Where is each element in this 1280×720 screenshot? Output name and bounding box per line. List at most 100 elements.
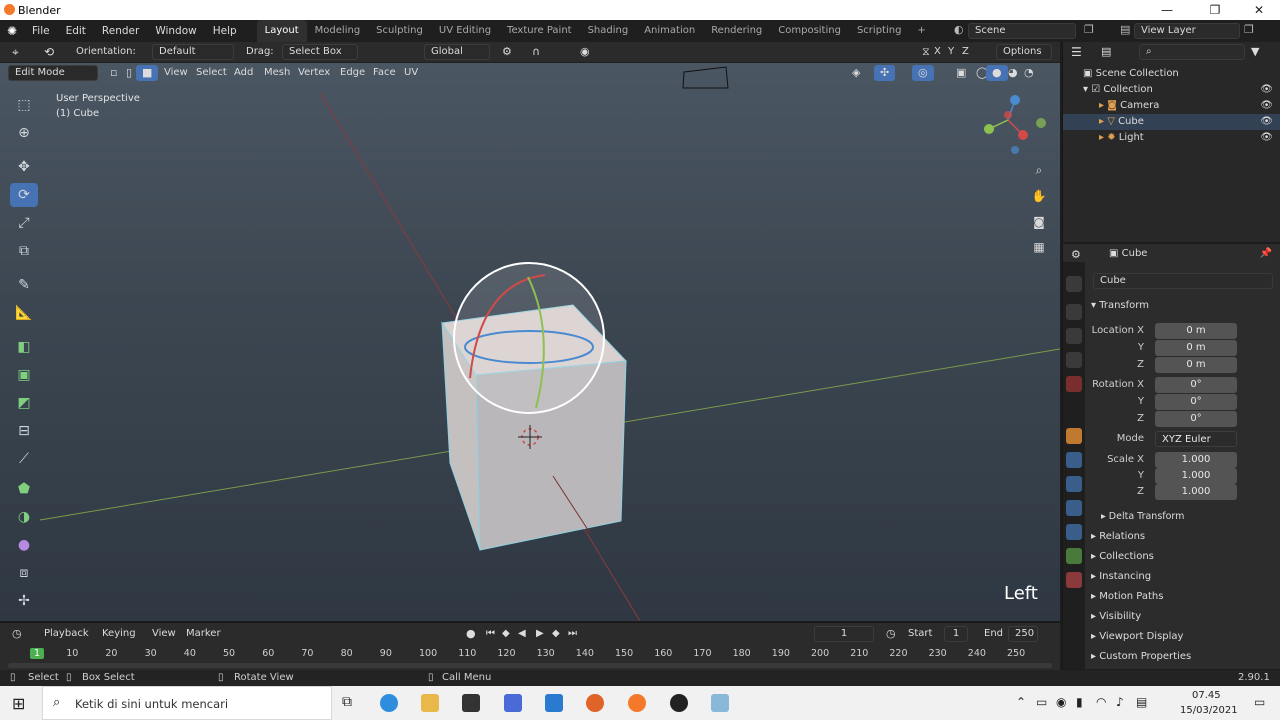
tab-compositing[interactable]: Compositing bbox=[770, 20, 849, 42]
transform-orientation-dropdown[interactable]: Global bbox=[424, 44, 490, 60]
location-z-field[interactable]: 0 m bbox=[1155, 357, 1237, 373]
file-explorer-icon[interactable] bbox=[421, 694, 439, 712]
output-tab-icon[interactable] bbox=[1066, 328, 1082, 344]
display-mode-icon[interactable]: ▤ bbox=[1101, 45, 1111, 58]
editor-type-icon[interactable]: ⌖ bbox=[6, 44, 25, 60]
record-button-icon[interactable]: ● bbox=[460, 626, 482, 642]
bevel-tool-icon[interactable]: ◩ bbox=[10, 391, 38, 415]
mode-dropdown[interactable]: Edit Mode bbox=[8, 65, 98, 81]
measure-tool-icon[interactable]: 📐 bbox=[10, 301, 38, 325]
taskbar-search[interactable]: ⌕ Ketik di sini untuk mencari bbox=[42, 686, 332, 720]
viewport-display-section[interactable]: ▸ Viewport Display bbox=[1091, 631, 1183, 642]
select-tool-icon[interactable]: ⬚ bbox=[10, 93, 38, 117]
visibility-icon[interactable]: ◈ bbox=[846, 65, 866, 81]
marker-menu[interactable]: Marker bbox=[180, 626, 227, 642]
axis-z-toggle[interactable]: Z bbox=[956, 44, 975, 60]
eye-icon[interactable]: 👁 bbox=[1260, 98, 1273, 114]
snap-magnet-icon[interactable]: ∩ bbox=[526, 44, 546, 60]
preview-range-icon[interactable]: ◷ bbox=[880, 626, 902, 642]
outliner-item-light[interactable]: ▸ ✹ Light 👁 bbox=[1063, 130, 1280, 146]
menu-file[interactable]: File bbox=[24, 20, 58, 42]
face-select-icon[interactable]: ■ bbox=[136, 65, 159, 81]
move-tool-icon[interactable]: ✥ bbox=[10, 155, 38, 179]
tab-animation[interactable]: Animation bbox=[636, 20, 703, 42]
jump-end-icon[interactable]: ⏭ bbox=[562, 626, 583, 642]
scale-y-field[interactable]: 1.000 bbox=[1155, 468, 1237, 484]
outliner-item-scene-collection[interactable]: ▣ Scene Collection bbox=[1063, 66, 1280, 82]
annotate-tool-icon[interactable]: ✎ bbox=[10, 273, 38, 297]
checkbox-icon[interactable]: ☑ bbox=[1091, 84, 1103, 95]
view-layer-selector[interactable]: View Layer bbox=[1134, 23, 1240, 39]
scale-z-field[interactable]: 1.000 bbox=[1155, 484, 1237, 500]
camera-view-icon[interactable]: ◙ bbox=[1029, 212, 1049, 232]
battery-icon[interactable]: ▮ bbox=[1076, 695, 1083, 709]
ime-icon[interactable]: ▤ bbox=[1136, 695, 1147, 709]
wifi-icon[interactable]: ◠ bbox=[1096, 695, 1106, 709]
maximize-button[interactable]: ❐ bbox=[1192, 0, 1238, 20]
task-view-icon[interactable]: ⧉ bbox=[338, 694, 356, 712]
knife-tool-icon[interactable]: ⟋ bbox=[10, 447, 38, 471]
zoom-icon[interactable]: ⌕ bbox=[1029, 160, 1049, 180]
material-tab-icon[interactable] bbox=[1066, 572, 1082, 588]
delta-transform-section[interactable]: ▸ Delta Transform bbox=[1101, 511, 1184, 522]
particles-tab-icon[interactable] bbox=[1066, 476, 1082, 492]
orientation-dropdown[interactable]: Default bbox=[152, 44, 234, 60]
tab-layout[interactable]: Layout bbox=[256, 20, 307, 42]
menu-mesh[interactable]: Mesh bbox=[258, 65, 296, 81]
start-frame-field[interactable]: 1 bbox=[944, 626, 968, 642]
physics-tab-icon[interactable] bbox=[1066, 500, 1082, 516]
outliner-search-input[interactable]: ⌕ bbox=[1139, 44, 1245, 60]
instancing-section[interactable]: ▸ Instancing bbox=[1091, 571, 1151, 582]
rotation-z-field[interactable]: 0° bbox=[1155, 411, 1237, 427]
rotation-mode-dropdown[interactable]: XYZ Euler bbox=[1155, 431, 1237, 447]
location-x-field[interactable]: 0 m bbox=[1155, 323, 1237, 339]
rip-tool-icon[interactable]: ✢ bbox=[10, 589, 38, 613]
pan-hand-icon[interactable]: ✋ bbox=[1029, 186, 1049, 206]
menu-edit[interactable]: Edit bbox=[58, 20, 94, 42]
new-scene-icon[interactable]: ❐ bbox=[1084, 23, 1094, 36]
current-frame-field[interactable]: 1 bbox=[814, 626, 874, 642]
proportional-edit-icon[interactable]: ◉ bbox=[574, 44, 596, 60]
active-tool-icon[interactable]: ⟲ bbox=[38, 44, 60, 60]
transform-section-header[interactable]: ▾ Transform bbox=[1091, 300, 1149, 311]
cursor-tool-icon[interactable]: ⊕ bbox=[10, 121, 38, 145]
tab-sculpting[interactable]: Sculpting bbox=[368, 20, 431, 42]
outliner-item-collection[interactable]: ▾ ☑ Collection 👁 bbox=[1063, 82, 1280, 98]
close-button[interactable]: ✕ bbox=[1236, 0, 1280, 20]
tab-modeling[interactable]: Modeling bbox=[307, 20, 369, 42]
menu-render[interactable]: Render bbox=[94, 20, 147, 42]
visibility-section[interactable]: ▸ Visibility bbox=[1091, 611, 1141, 622]
store-icon[interactable] bbox=[462, 694, 480, 712]
rotation-x-field[interactable]: 0° bbox=[1155, 377, 1237, 393]
menu-edge[interactable]: Edge bbox=[334, 65, 371, 81]
smooth-tool-icon[interactable]: ● bbox=[10, 533, 38, 557]
object-name-field[interactable]: Cube bbox=[1093, 273, 1273, 289]
eye-icon[interactable]: 👁 bbox=[1260, 130, 1273, 146]
menu-add[interactable]: Add bbox=[228, 65, 259, 81]
extrude-tool-icon[interactable]: ◧ bbox=[10, 335, 38, 359]
keying-menu[interactable]: Keying bbox=[96, 626, 142, 642]
tab-shading[interactable]: Shading bbox=[580, 20, 637, 42]
outliner-item-cube[interactable]: ▸ ▽ Cube 👁 bbox=[1063, 114, 1280, 130]
mail-icon[interactable] bbox=[545, 694, 563, 712]
volume-icon[interactable]: ♪ bbox=[1116, 695, 1124, 709]
shrink-tool-icon[interactable]: ⧈ bbox=[10, 561, 38, 585]
data-tab-icon[interactable] bbox=[1066, 548, 1082, 564]
modifier-tab-icon[interactable] bbox=[1066, 452, 1082, 468]
taskbar-search-input[interactable]: Ketik di sini untuk mencari bbox=[75, 697, 228, 711]
end-frame-field[interactable]: 250 bbox=[1008, 626, 1038, 642]
rotation-y-field[interactable]: 0° bbox=[1155, 394, 1237, 410]
object-tab-icon[interactable] bbox=[1066, 428, 1082, 444]
tab-uv-editing[interactable]: UV Editing bbox=[431, 20, 499, 42]
timeline-view-menu[interactable]: View bbox=[146, 626, 182, 642]
menu-select[interactable]: Select bbox=[190, 65, 233, 81]
outliner-type-icon[interactable]: ☰ bbox=[1071, 45, 1082, 59]
eye-icon[interactable]: 👁 bbox=[1260, 114, 1273, 130]
properties-type-icon[interactable]: ⚙ bbox=[1071, 248, 1081, 261]
frame-ruler[interactable]: 1 10 20 30 40 50 60 70 80 90 100 110 120 130 140 150 160… bbox=[0, 646, 1060, 662]
scene-selector[interactable]: Scene bbox=[968, 23, 1076, 39]
overlay-toggle-icon[interactable]: ◎ bbox=[912, 65, 934, 81]
menu-face[interactable]: Face bbox=[367, 65, 402, 81]
options-dropdown[interactable]: Options bbox=[996, 44, 1052, 60]
tray-app-icon[interactable]: ◉ bbox=[1056, 695, 1066, 709]
